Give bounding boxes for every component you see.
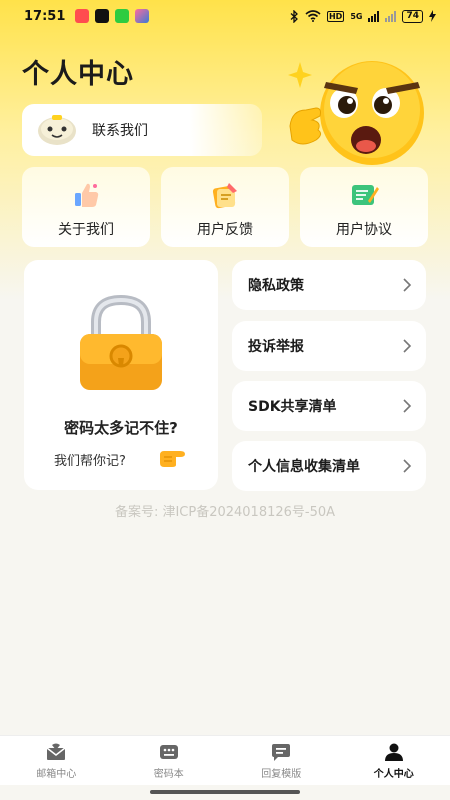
status-icons: HD 5G 74 <box>290 9 436 23</box>
chevron-right-icon <box>403 339 412 353</box>
user-agreement-label: 用户协议 <box>336 222 392 238</box>
chevron-right-icon <box>403 278 412 292</box>
bottom-navigation: 邮箱中心 密码本 回复模版 个人中心 <box>0 735 450 785</box>
about-us-label: 关于我们 <box>58 222 114 238</box>
status-time: 17:51 <box>24 8 66 24</box>
contact-us-button[interactable]: 联系我们 <box>22 104 262 156</box>
notification-app-icon <box>135 9 150 23</box>
complaint-report-item[interactable]: 投诉举报 <box>232 321 426 371</box>
sdk-sharing-list-item[interactable]: SDK共享清单 <box>232 381 426 431</box>
icp-record-number: 备案号: 津ICP备2024018126号-50A <box>114 505 336 520</box>
nav-item-mailbox[interactable]: 邮箱中心 <box>0 736 113 785</box>
mailbox-icon <box>46 743 66 760</box>
menu-item-label: 个人信息收集清单 <box>248 459 360 475</box>
padlock-icon <box>80 294 162 390</box>
password-promo-card[interactable]: 密码太多记不住? 我们帮你记? <box>24 260 218 490</box>
nav-label: 密码本 <box>153 769 184 780</box>
chevron-right-icon <box>403 399 412 413</box>
menu-item-label: SDK共享清单 <box>248 399 337 415</box>
charging-icon <box>429 10 436 22</box>
notification-app-icon <box>75 9 90 23</box>
nav-item-profile[interactable]: 个人中心 <box>338 736 450 785</box>
feedback-icon <box>212 183 237 209</box>
pointing-hand-icon <box>160 451 185 467</box>
about-us-card[interactable]: 关于我们 <box>22 167 150 247</box>
menu-item-label: 投诉举报 <box>248 339 304 355</box>
contact-us-label: 联系我们 <box>92 123 148 139</box>
status-bar: 17:51 HD 5G 74 <box>0 0 450 32</box>
person-icon <box>384 743 403 761</box>
nav-label: 个人中心 <box>373 769 414 780</box>
signal-strength-icon <box>368 10 380 22</box>
battery-indicator: 74 <box>402 9 423 23</box>
personal-info-collection-item[interactable]: 个人信息收集清单 <box>232 441 426 491</box>
signal-label: 5G <box>350 11 363 21</box>
network-badge: HD <box>326 10 345 22</box>
thumbs-up-icon <box>75 183 99 207</box>
chat-mascot-icon <box>38 115 76 145</box>
nav-label: 邮箱中心 <box>36 769 77 780</box>
nav-item-password-book[interactable]: 密码本 <box>113 736 226 785</box>
user-feedback-card[interactable]: 用户反馈 <box>161 167 289 247</box>
chevron-right-icon <box>403 459 412 473</box>
agreement-icon <box>352 185 379 205</box>
password-card-title: 密码太多记不住? <box>64 419 178 437</box>
angry-emoji-mascot-icon <box>288 61 424 165</box>
home-indicator[interactable] <box>150 790 300 794</box>
notification-app-icon <box>115 9 130 23</box>
bluetooth-icon <box>290 9 298 23</box>
user-feedback-label: 用户反馈 <box>197 222 253 238</box>
wifi-icon <box>305 10 321 22</box>
nav-item-reply-template[interactable]: 回复模版 <box>225 736 338 785</box>
privacy-policy-item[interactable]: 隐私政策 <box>232 260 426 310</box>
page-title: 个人中心 <box>22 59 134 90</box>
menu-item-label: 隐私政策 <box>248 278 304 294</box>
notification-app-icon <box>95 9 110 23</box>
signal-strength-icon <box>385 10 397 22</box>
user-agreement-card[interactable]: 用户协议 <box>300 167 428 247</box>
password-book-icon <box>159 745 178 759</box>
reply-template-icon <box>272 744 291 761</box>
password-card-subtitle: 我们帮你记? <box>54 454 126 469</box>
nav-label: 回复模版 <box>261 769 302 780</box>
